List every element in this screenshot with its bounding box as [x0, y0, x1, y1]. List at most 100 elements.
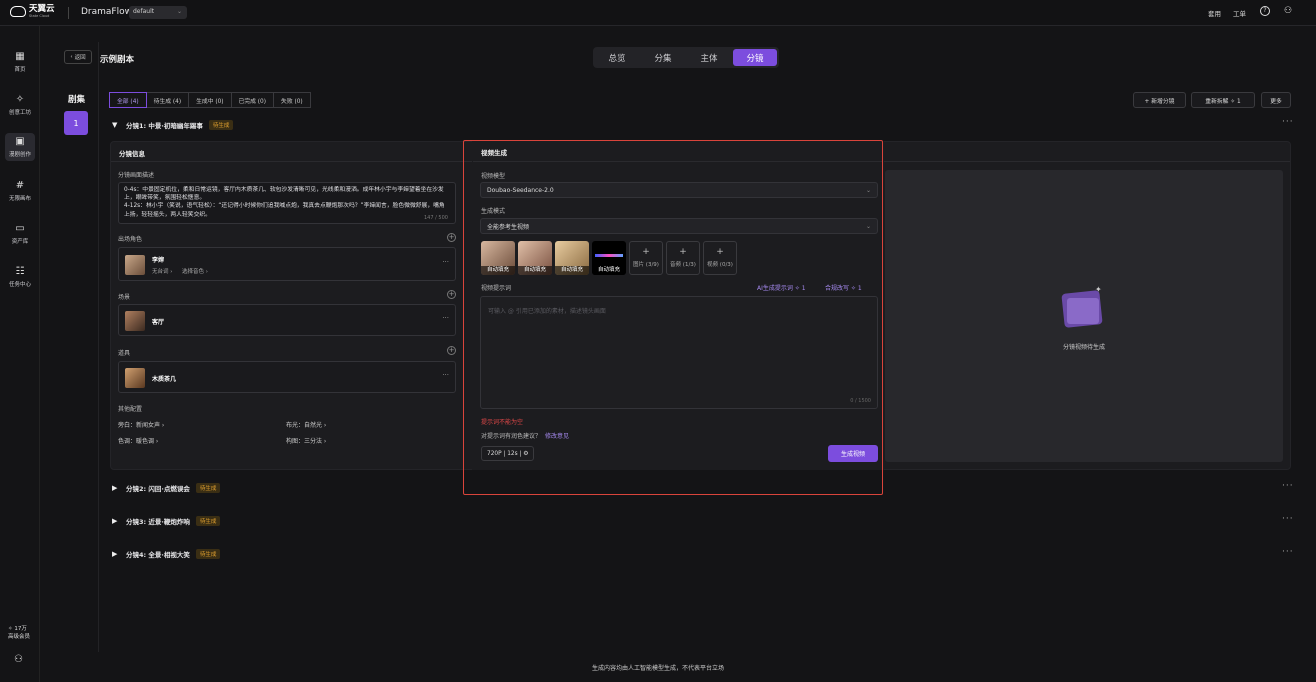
- props-label: 道具: [118, 350, 131, 357]
- page-title: 示例剧本: [100, 55, 135, 65]
- shot-row[interactable]: ▶ 分镜4: 全景·相视大笑 待生成: [112, 547, 221, 561]
- shot-row[interactable]: ▼ 分镜1: 中景·初暗幽年踢事 待生成: [112, 118, 234, 132]
- add-prop-icon[interactable]: +: [447, 346, 456, 355]
- back-button[interactable]: ‹ 返回: [64, 50, 92, 64]
- shot-row[interactable]: ▶ 分镜3: 近景·鞭炮炸响 待生成: [112, 514, 221, 528]
- status-badge: 待生成: [195, 549, 221, 559]
- episode-divider: [98, 42, 99, 652]
- more-icon[interactable]: ···: [1282, 514, 1294, 524]
- filter-pending[interactable]: 待生成 (4): [145, 92, 190, 108]
- more-icon[interactable]: ···: [442, 371, 449, 379]
- caret-right-icon: ▶: [112, 484, 118, 492]
- hash-icon: #: [15, 179, 25, 191]
- sidebar-item-home[interactable]: ▦ 首页: [5, 48, 35, 76]
- divider: [68, 7, 69, 19]
- status-badge: 待生成: [208, 120, 234, 130]
- composition-select[interactable]: 构图：三分法 ›: [286, 436, 326, 445]
- tab-overview[interactable]: 总览: [595, 49, 639, 66]
- characters-label: 出场角色: [118, 236, 143, 243]
- project-value: default: [133, 8, 155, 15]
- more-icon[interactable]: ···: [442, 258, 449, 266]
- prop-card[interactable]: 木质茶几 ···: [118, 361, 456, 393]
- chevron-down-icon: ⌄: [176, 8, 182, 15]
- pricing-link[interactable]: 套用: [1208, 8, 1221, 18]
- more-icon[interactable]: ···: [442, 314, 449, 322]
- episode-item[interactable]: 1: [64, 111, 88, 135]
- credits-info[interactable]: ✧ 17万 高级会员: [8, 626, 30, 641]
- credits-amount: ✧ 17万: [8, 626, 27, 632]
- sidebar-item-label: 漫剧创作: [8, 151, 31, 158]
- member-level: 高级会员: [8, 633, 31, 640]
- tasks-icon: ☷: [15, 265, 25, 277]
- highlight-box: [463, 140, 883, 495]
- lighting-select[interactable]: 布光：自然光 ›: [286, 420, 326, 429]
- status-badge: 待生成: [195, 483, 221, 493]
- caret-down-icon: ▼: [112, 121, 118, 129]
- status-badge: 待生成: [195, 516, 221, 526]
- cloud-logo-icon: [10, 6, 26, 17]
- video-preview: ✦ 分镜视频待生成: [885, 170, 1283, 462]
- brand-logo[interactable]: 天翼云 State Cloud: [10, 5, 55, 18]
- filter-all[interactable]: 全部 (4): [109, 92, 147, 108]
- sidebar-item-label: 无限画布: [8, 195, 31, 202]
- ticket-link[interactable]: 工单: [1233, 8, 1246, 18]
- app-name: DramaFlow: [81, 7, 132, 17]
- more-icon[interactable]: ···: [1282, 117, 1294, 127]
- color-select[interactable]: 色调：暖色调 ›: [118, 436, 158, 445]
- episodes-label: 剧集: [68, 95, 86, 105]
- scene-name: 客厅: [152, 319, 165, 326]
- scene-label: 场景: [118, 294, 131, 301]
- other-config-label: 其他配置: [118, 406, 143, 413]
- sidebar: ▦ 首页 ✧ 创意工坊 ▣ 漫剧创作 # 无限画布 ▭ 资产库 ☷ 任务中心 ✧…: [0, 26, 40, 682]
- filter-done[interactable]: 已完成 (0): [230, 92, 275, 108]
- desc-label: 分镜画面描述: [118, 172, 155, 179]
- tab-subjects[interactable]: 主体: [687, 49, 731, 66]
- scene-card[interactable]: 客厅 ···: [118, 304, 456, 336]
- sidebar-item-canvas[interactable]: # 无限画布: [5, 177, 35, 205]
- more-button[interactable]: 更多: [1261, 92, 1291, 108]
- more-icon[interactable]: ···: [1282, 547, 1294, 557]
- add-shot-button[interactable]: + 新增分镜: [1133, 92, 1186, 108]
- sidebar-item-label: 资产库: [11, 238, 29, 245]
- scene-thumbnail: [125, 311, 145, 331]
- filter-generating[interactable]: 生成中 (0): [188, 92, 232, 108]
- avatar: [125, 255, 145, 275]
- sidebar-item-label: 任务中心: [8, 281, 31, 288]
- film-icon: ▣: [15, 135, 25, 147]
- grid-icon: ▦: [15, 50, 25, 62]
- tab-episodes[interactable]: 分集: [641, 49, 685, 66]
- character-name: 李婶: [152, 257, 165, 264]
- logo-subtext: State Cloud: [29, 13, 50, 18]
- help-circle-icon[interactable]: ?: [1260, 6, 1270, 16]
- voice-select[interactable]: 选择音色 ›: [182, 267, 208, 275]
- sidebar-item-label: 首页: [14, 66, 26, 73]
- folder-icon: ▭: [15, 222, 25, 234]
- add-character-icon[interactable]: +: [447, 233, 456, 242]
- sidebar-item-workshop[interactable]: ✧ 创意工坊: [5, 91, 35, 119]
- sidebar-item-tasks[interactable]: ☷ 任务中心: [5, 263, 35, 291]
- resplit-button[interactable]: 重新拆解 ✧ 1: [1191, 92, 1255, 108]
- top-bar: 天翼云 State Cloud DramaFlow default ⌄ 套用 工…: [0, 0, 1316, 26]
- filter-failed[interactable]: 失败 (0): [273, 92, 311, 108]
- back-label: 返回: [74, 55, 86, 61]
- chevron-left-icon: ‹: [70, 54, 73, 60]
- sidebar-item-assets[interactable]: ▭ 资产库: [5, 220, 35, 248]
- prop-thumbnail: [125, 368, 145, 388]
- logo-text: 天翼云: [29, 4, 55, 14]
- shot-title: 分镜3: 近景·鞭炮炸响: [126, 518, 190, 526]
- character-line[interactable]: 无台词 ›: [152, 267, 172, 275]
- add-scene-icon[interactable]: +: [447, 290, 456, 299]
- project-select[interactable]: default ⌄: [129, 6, 187, 19]
- narration-select[interactable]: 旁白：新闻女声 ›: [118, 420, 164, 429]
- shot-info-title: 分镜信息: [119, 150, 145, 158]
- character-card[interactable]: 李婶 无台词 › 选择音色 › ···: [118, 247, 456, 281]
- shot-row[interactable]: ▶ 分镜2: 闪回·点燃误会 待生成: [112, 481, 221, 495]
- user-icon[interactable]: ⚇: [1284, 6, 1292, 16]
- tab-storyboard[interactable]: 分镜: [733, 49, 777, 66]
- sparkle-icon: ✧: [15, 93, 25, 105]
- desc-textarea[interactable]: 0-4s：中景固定机位，柔和日常运镜，客厅内木质茶几、软包沙发清晰可见，光线柔和…: [118, 182, 456, 224]
- sidebar-item-drama[interactable]: ▣ 漫剧创作: [5, 133, 35, 161]
- shot-title: 分镜2: 闪回·点燃误会: [126, 485, 190, 493]
- image-placeholder-inner: [1067, 298, 1099, 324]
- more-icon[interactable]: ···: [1282, 481, 1294, 491]
